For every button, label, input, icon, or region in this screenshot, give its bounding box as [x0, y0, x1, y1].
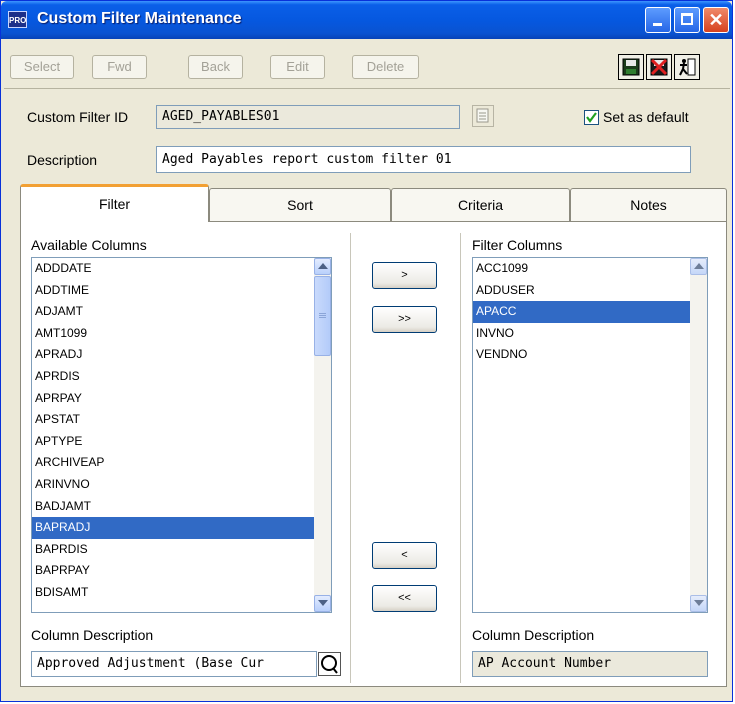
scroll-up-button[interactable] [690, 258, 707, 275]
save-icon [622, 58, 640, 76]
arrow-down-icon [694, 600, 704, 606]
filter-desc-label: Column Description [472, 627, 595, 643]
minimize-button[interactable] [645, 7, 671, 33]
cancel-button[interactable] [646, 54, 672, 80]
remove-all-columns-button[interactable]: << [372, 585, 437, 612]
list-item[interactable]: ARINVNO [32, 474, 331, 496]
add-all-columns-button[interactable]: >> [372, 306, 437, 333]
list-item[interactable]: APRPAY [32, 388, 331, 410]
window: PRO Custom Filter Maintenance ✕ Select F… [0, 0, 733, 702]
available-items: ADDDATE ADDTIME ADJAMT AMT1099 APRADJ APRDIS A… [32, 258, 331, 604]
available-desc-field[interactable]: Approved Adjustment (Base Cur [31, 651, 317, 677]
scroll-up-button[interactable] [314, 258, 331, 275]
close-icon: ✕ [708, 10, 724, 30]
list-item[interactable]: ACC1099 [473, 258, 707, 280]
arrow-up-icon [694, 263, 704, 269]
list-item[interactable]: BADJAMT [32, 496, 331, 518]
available-scrollbar[interactable] [314, 258, 331, 612]
filter-items: ACC1099 ADDUSER APACC INVNO VENDNO [473, 258, 707, 366]
maximize-button[interactable] [674, 7, 700, 33]
magnifier-icon [321, 655, 338, 674]
list-item[interactable]: BAPRPAY [32, 560, 331, 582]
filter-id-lookup-button[interactable] [472, 105, 494, 127]
filter-columns-header: Filter Columns [472, 237, 563, 253]
set-default-checkbox[interactable] [584, 110, 599, 125]
list-item[interactable]: AMT1099 [32, 323, 331, 345]
tab-criteria[interactable]: Criteria [391, 188, 570, 221]
list-item[interactable]: ADJAMT [32, 301, 331, 323]
scroll-down-button[interactable] [690, 595, 707, 612]
remove-column-button[interactable]: < [372, 542, 437, 569]
list-item[interactable]: ADDTIME [32, 280, 331, 302]
maximize-icon [681, 13, 693, 25]
description-label: Description [27, 152, 98, 168]
available-desc-label: Column Description [31, 627, 154, 643]
list-item[interactable]: ARCHIVEAP [32, 452, 331, 474]
arrow-up-icon [318, 263, 328, 269]
toolbar: Select Fwd Back Edit Delete [4, 41, 730, 89]
cancel-icon [650, 58, 668, 76]
set-default-label: Set as default [603, 109, 689, 125]
list-item[interactable]: INVNO [473, 323, 707, 345]
app-icon: PRO [8, 11, 27, 28]
minimize-icon [653, 23, 662, 26]
list-item[interactable]: APACC [473, 301, 707, 323]
magnifier-button[interactable] [318, 652, 341, 676]
tab-filter[interactable]: Filter [20, 184, 209, 222]
list-item[interactable]: VENDNO [473, 344, 707, 366]
filter-columns-list[interactable]: ACC1099 ADDUSER APACC INVNO VENDNO [472, 257, 708, 613]
list-item[interactable]: BAPRDIS [32, 539, 331, 561]
edit-button[interactable]: Edit [270, 55, 325, 79]
fwd-button[interactable]: Fwd [92, 55, 147, 79]
grip-line [319, 315, 326, 316]
list-item[interactable]: BDISAMT [32, 582, 331, 604]
title-bar[interactable]: PRO Custom Filter Maintenance ✕ [1, 1, 732, 39]
list-item[interactable]: APRADJ [32, 344, 331, 366]
filter-desc-field[interactable]: AP Account Number [472, 651, 708, 677]
window-title: Custom Filter Maintenance [37, 10, 242, 27]
filter-scrollbar[interactable] [690, 258, 707, 612]
back-button[interactable]: Back [188, 55, 243, 79]
exit-icon [679, 58, 696, 76]
document-icon [476, 108, 489, 123]
close-button[interactable]: ✕ [703, 7, 729, 33]
tab-sort[interactable]: Sort [209, 188, 391, 221]
add-column-button[interactable]: > [372, 262, 437, 289]
save-button[interactable] [618, 54, 644, 80]
available-columns-list[interactable]: ADDDATE ADDTIME ADJAMT AMT1099 APRADJ APRDIS A… [31, 257, 332, 613]
tab-notes[interactable]: Notes [570, 188, 727, 221]
divider [350, 233, 351, 683]
exit-button[interactable] [674, 54, 700, 80]
list-item[interactable]: APSTAT [32, 409, 331, 431]
available-columns-header: Available Columns [31, 237, 147, 253]
grip-line [319, 317, 326, 318]
list-item[interactable]: APTYPE [32, 431, 331, 453]
description-field[interactable]: Aged Payables report custom filter 01 [156, 146, 691, 173]
list-item[interactable]: ADDUSER [473, 280, 707, 302]
list-item[interactable]: APRDIS [32, 366, 331, 388]
list-item[interactable]: BAPRADJ [32, 517, 331, 539]
arrow-down-icon [318, 600, 328, 606]
grip-line [319, 313, 326, 314]
filter-id-field[interactable]: AGED_PAYABLES01 [156, 105, 460, 129]
select-button[interactable]: Select [10, 55, 74, 79]
checkmark-icon [586, 112, 597, 123]
divider [460, 233, 461, 683]
scroll-down-button[interactable] [314, 595, 331, 612]
list-item[interactable]: ADDDATE [32, 258, 331, 280]
delete-button[interactable]: Delete [352, 55, 419, 79]
scroll-thumb[interactable] [314, 276, 331, 356]
filter-id-label: Custom Filter ID [27, 109, 129, 125]
